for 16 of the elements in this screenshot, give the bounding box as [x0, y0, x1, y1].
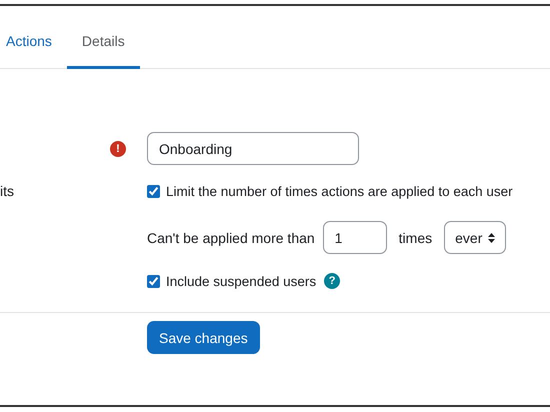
checkbox-label: Include suspended users [166, 274, 316, 288]
sort-caret-icon [488, 232, 496, 242]
field-label: its [0, 183, 14, 199]
limit-text: Can't be applied more than [147, 230, 315, 246]
suspended-checkbox[interactable] [147, 274, 160, 288]
period-select[interactable]: ever [444, 221, 506, 254]
checkbox-label: Limit the number of times actions are applied to each user [166, 184, 513, 198]
error-icon: ! [110, 140, 126, 156]
help-icon[interactable]: ? [324, 273, 340, 289]
tab[interactable]: Actions [0, 14, 67, 69]
limit-checkbox[interactable] [147, 184, 160, 198]
count-field[interactable]: 1 [322, 221, 387, 254]
tab[interactable]: Details [66, 14, 140, 69]
times-text: times [398, 230, 432, 246]
save-button[interactable]: Save changes [147, 321, 260, 354]
name-field[interactable]: Onboarding [147, 132, 359, 165]
